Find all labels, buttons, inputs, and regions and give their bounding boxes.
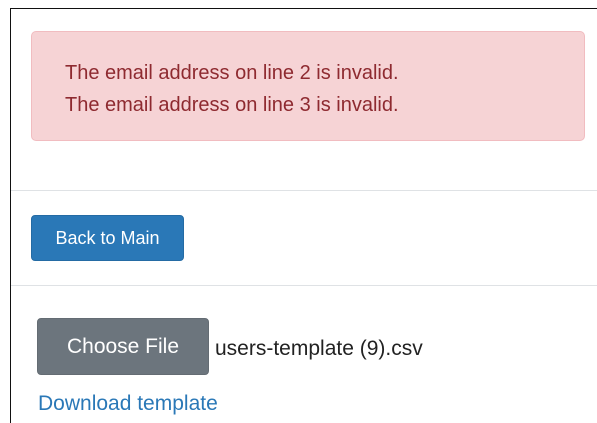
back-to-main-button[interactable]: Back to Main [31,215,184,261]
choose-file-button[interactable]: Choose File [37,318,209,375]
error-alert: The email address on line 2 is invalid. … [31,31,585,141]
error-message-line-2: The email address on line 2 is invalid. [65,62,399,84]
section-divider [11,285,597,286]
page-panel: The email address on line 2 is invalid. … [10,8,597,423]
download-template-link[interactable]: Download template [38,388,218,420]
error-message-line-3: The email address on line 3 is invalid. [65,94,399,116]
section-divider [11,190,597,191]
selected-file-name: users-template (9).csv [215,337,423,360]
